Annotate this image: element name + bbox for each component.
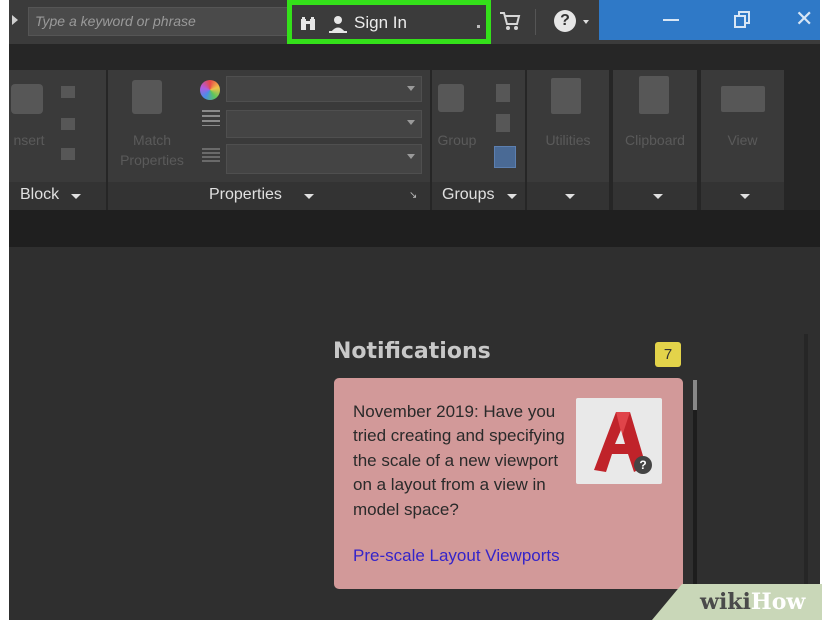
match-label: Match — [132, 132, 172, 148]
toolbar-separator — [535, 9, 536, 35]
title-bar: Type a keyword or phrase Sign In ? ✕ — [9, 0, 820, 44]
utilities-panel[interactable]: Utilities — [527, 70, 609, 210]
clipboard-panel[interactable]: Clipboard — [613, 70, 697, 210]
binoculars-icon — [301, 17, 315, 30]
cart-icon[interactable] — [499, 11, 521, 31]
autocad-window: Type a keyword or phrase Sign In ? ✕ nse… — [9, 0, 820, 620]
chevron-down-icon — [507, 194, 517, 199]
groups-panel-footer[interactable]: Groups — [432, 182, 525, 210]
block-panel-footer[interactable]: Block — [9, 182, 106, 210]
sign-in-button[interactable]: Sign In — [287, 0, 491, 44]
lineweight-icon[interactable] — [202, 110, 220, 126]
color-wheel-icon[interactable] — [200, 80, 220, 100]
group-selection-icon[interactable] — [494, 146, 516, 168]
clipboard-icon — [639, 76, 669, 114]
clipboard-label: Clipboard — [625, 132, 685, 148]
utilities-label: Utilities — [545, 132, 591, 148]
search-input[interactable]: Type a keyword or phrase — [28, 7, 290, 36]
notification-card: November 2019: Have you tried creating a… — [334, 378, 683, 589]
linetype-combo[interactable] — [226, 144, 422, 174]
logo-help-badge: ? — [634, 456, 652, 474]
autocad-logo-icon: ? — [576, 398, 662, 484]
chevron-down-icon — [740, 194, 750, 199]
create-block-icon[interactable] — [61, 86, 75, 98]
watermark-how: How — [750, 589, 806, 615]
groups-panel: Group Groups — [432, 70, 525, 210]
wikihow-watermark: wikiHow — [652, 584, 822, 620]
help-icon[interactable]: ? — [554, 10, 576, 32]
insert-label: nsert — [13, 132, 45, 148]
properties-panel: Match Properties Properties ↘ — [108, 70, 430, 210]
watermark-wiki: wiki — [700, 589, 751, 615]
notification-text: November 2019: Have you tried creating a… — [353, 402, 565, 519]
chevron-down-icon — [304, 194, 314, 199]
ungroup-icon[interactable] — [496, 84, 510, 102]
notification-scroll-thumb[interactable] — [693, 380, 697, 410]
block-attribute-icon[interactable] — [61, 148, 75, 160]
close-icon[interactable]: ✕ — [795, 6, 813, 32]
insert-icon[interactable] — [11, 84, 43, 114]
chevron-down-icon — [565, 194, 575, 199]
block-panel-title: Block — [20, 186, 60, 203]
properties-label: Properties — [120, 152, 184, 168]
view-icon — [721, 86, 765, 112]
clipboard-footer[interactable] — [613, 182, 697, 210]
group-edit-icon[interactable] — [496, 114, 510, 132]
properties-panel-footer[interactable]: Properties ↘ — [108, 182, 430, 210]
match-properties-icon[interactable] — [132, 80, 162, 114]
sign-in-dropdown-caret[interactable] — [477, 25, 480, 28]
dialog-launcher-icon[interactable]: ↘ — [409, 190, 417, 201]
user-icon — [329, 16, 347, 33]
view-label: View — [727, 132, 758, 148]
notification-link[interactable]: Pre-scale Layout Viewports — [353, 546, 560, 566]
block-panel: nsert Block — [9, 70, 106, 210]
group-label: Group — [437, 132, 477, 148]
minimize-icon[interactable] — [663, 19, 679, 21]
file-tabs-bar — [9, 210, 820, 247]
utilities-footer[interactable] — [527, 182, 609, 210]
watermark-text: wikiHow — [700, 589, 805, 615]
notifications-title: Notifications — [333, 339, 491, 364]
view-panel[interactable]: View — [701, 70, 784, 210]
chevron-down-icon — [71, 194, 81, 199]
properties-panel-title: Properties — [209, 186, 282, 203]
color-combo[interactable] — [226, 76, 422, 102]
notifications-count-badge: 7 — [655, 342, 681, 367]
ribbon: nsert Block Match Properties Properties — [9, 44, 820, 210]
restore-icon[interactable] — [734, 11, 750, 29]
help-dropdown-caret[interactable] — [583, 20, 589, 24]
edit-block-icon[interactable] — [61, 118, 75, 130]
view-footer[interactable] — [701, 182, 784, 210]
sign-in-label: Sign In — [354, 13, 407, 32]
lineweight-combo[interactable] — [226, 110, 422, 138]
calculator-icon — [551, 78, 581, 114]
window-controls: ✕ — [599, 0, 820, 40]
expand-arrow-icon[interactable] — [12, 15, 18, 25]
group-icon[interactable] — [438, 84, 464, 112]
groups-panel-title: Groups — [442, 186, 495, 203]
page-scrollbar[interactable] — [804, 334, 808, 620]
notification-scroll-track[interactable] — [693, 410, 697, 590]
linetype-icon[interactable] — [202, 148, 220, 162]
chevron-down-icon — [653, 194, 663, 199]
